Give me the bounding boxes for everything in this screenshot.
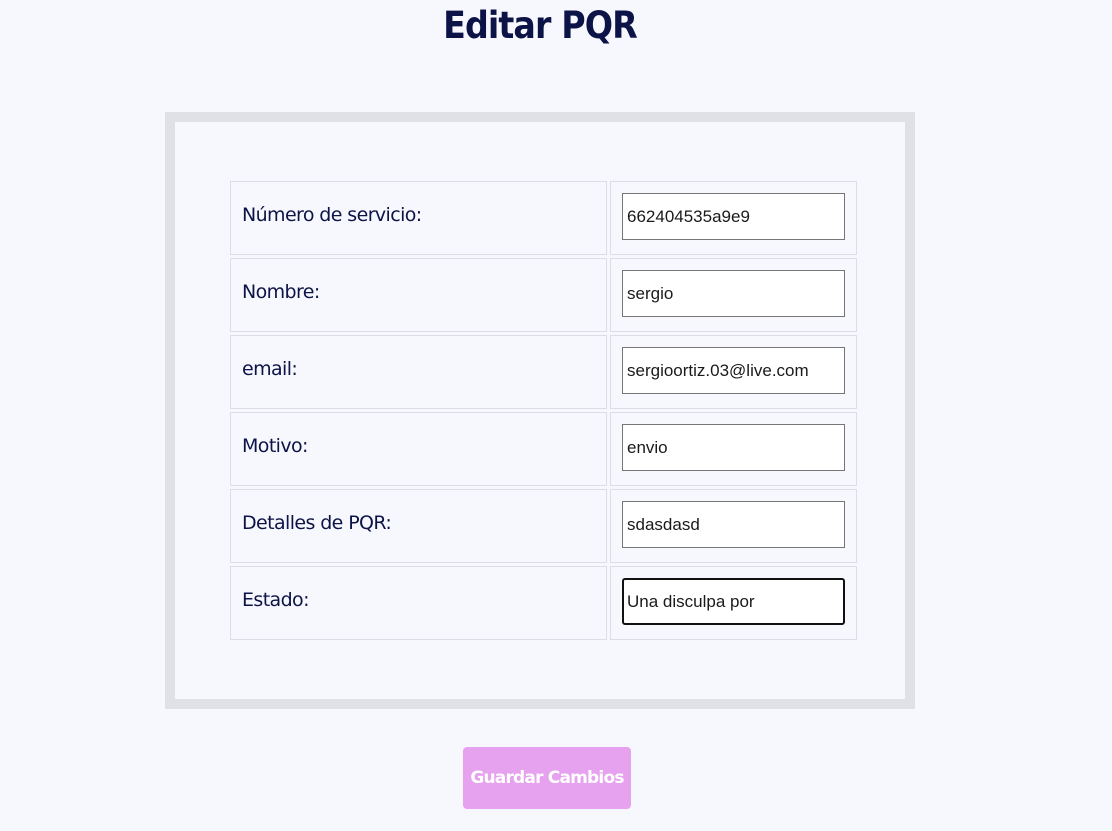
form-row-motivo: Motivo:: [230, 412, 857, 486]
motivo-input[interactable]: [622, 424, 845, 471]
numero-servicio-label: Número de servicio:: [230, 181, 607, 255]
form-row-numero-servicio: Número de servicio:: [230, 181, 857, 255]
form-table: Número de servicio: Nombre: email: Motiv…: [227, 178, 860, 643]
estado-label: Estado:: [230, 566, 607, 640]
form-row-email: email:: [230, 335, 857, 409]
email-input[interactable]: [622, 347, 845, 394]
form-row-detalles: Detalles de PQR:: [230, 489, 857, 563]
save-changes-button[interactable]: Guardar Cambios: [463, 747, 631, 809]
page: Editar PQR Número de servicio: Nombre: e…: [0, 0, 1112, 831]
edit-pqr-form: Número de servicio: Nombre: email: Motiv…: [165, 112, 915, 709]
form-row-nombre: Nombre:: [230, 258, 857, 332]
form-row-estado: Estado:: [230, 566, 857, 640]
page-title: Editar PQR: [443, 4, 638, 47]
nombre-label: Nombre:: [230, 258, 607, 332]
estado-input[interactable]: [622, 578, 845, 625]
nombre-input[interactable]: [622, 270, 845, 317]
numero-servicio-input[interactable]: [622, 193, 845, 240]
motivo-label: Motivo:: [230, 412, 607, 486]
detalles-input[interactable]: [622, 501, 845, 548]
detalles-label: Detalles de PQR:: [230, 489, 607, 563]
email-label: email:: [230, 335, 607, 409]
